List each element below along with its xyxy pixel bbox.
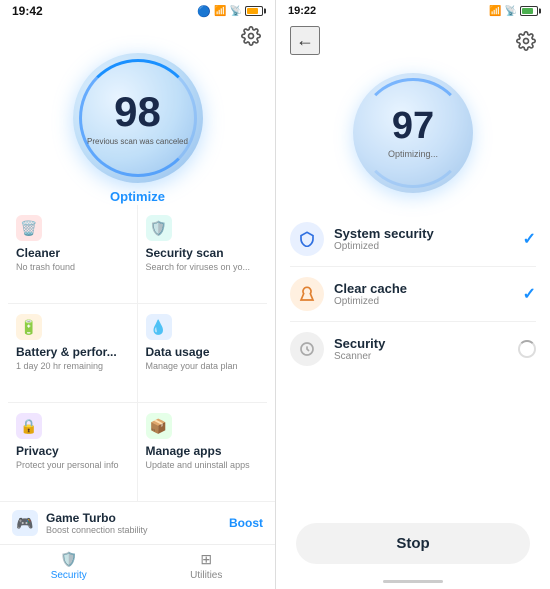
game-turbo-sub: Boost connection stability (46, 525, 229, 535)
clear-cache-icon (290, 277, 324, 311)
security-scanner-spinner (518, 340, 536, 358)
game-turbo-row[interactable]: 🎮 Game Turbo Boost connection stability … (0, 501, 275, 544)
feature-grid: 🗑️ Cleaner No trash found 🛡️ Security sc… (0, 205, 275, 501)
scan-item-clear-cache: Clear cache Optimized ✓ (290, 267, 536, 322)
battery-title: Battery & perfor... (16, 345, 129, 359)
optimizing-text: Optimizing... (388, 149, 438, 159)
stop-button[interactable]: Stop (296, 523, 530, 564)
nav-utilities-label: Utilities (190, 570, 222, 581)
nav-utilities-icon: ⊞ (200, 551, 212, 568)
optimize-button[interactable]: Optimize (110, 183, 165, 206)
scan-list: System security Optimized ✓ Clear cache … (276, 204, 550, 511)
grid-cell-manage-apps[interactable]: 📦 Manage apps Update and uninstall apps (138, 403, 268, 501)
scan-cancelled-text: Previous scan was canceled (87, 137, 188, 146)
data-usage-title: Data usage (146, 345, 260, 359)
right-status-bar: 19:22 📶 📡 (276, 0, 550, 22)
system-security-text: System security Optimized (334, 226, 523, 252)
settings-icon[interactable] (241, 26, 261, 46)
left-status-icons: 🔵 📶 📡 (197, 5, 263, 18)
privacy-title: Privacy (16, 444, 129, 458)
battery-cell-icon: 🔋 (16, 314, 42, 340)
bottom-nav: 🛡️ Security ⊞ Utilities (0, 544, 275, 589)
scan-item-system-security: System security Optimized ✓ (290, 212, 536, 267)
battery-sub: 1 day 20 hr remaining (16, 361, 129, 371)
security-scanner-sub: Scanner (334, 351, 518, 362)
right-score-orb: 97 Optimizing... (353, 73, 473, 193)
cleaner-sub: No trash found (16, 262, 129, 272)
security-scanner-title: Security (334, 336, 518, 351)
data-usage-icon: 💧 (146, 314, 172, 340)
right-header: ← (276, 22, 550, 59)
grid-cell-privacy[interactable]: 🔒 Privacy Protect your personal info (8, 403, 138, 501)
stop-area: Stop (276, 511, 550, 580)
wifi-icon: 📡 (230, 6, 242, 17)
privacy-icon: 🔒 (16, 413, 42, 439)
security-scanner-icon (290, 332, 324, 366)
home-indicator (276, 580, 550, 589)
nav-security-icon: 🛡️ (60, 551, 77, 568)
right-wifi-icon: 📡 (505, 6, 517, 17)
right-panel: 19:22 📶 📡 ← 97 Optimizing... System se (275, 0, 550, 589)
right-battery-icon (520, 6, 538, 16)
boost-button[interactable]: Boost (229, 516, 263, 530)
home-bar (383, 580, 443, 583)
left-status-bar: 19:42 🔵 📶 📡 (0, 0, 275, 22)
clear-cache-sub: Optimized (334, 296, 523, 307)
data-usage-sub: Manage your data plan (146, 361, 260, 371)
left-header (0, 22, 275, 50)
manage-apps-title: Manage apps (146, 444, 260, 458)
clear-cache-text: Clear cache Optimized (334, 281, 523, 307)
left-score-orb: 98 Previous scan was canceled (73, 53, 203, 183)
right-score: 97 (392, 107, 434, 145)
signal-icon: 📶 (214, 6, 226, 17)
cleaner-icon: 🗑️ (16, 215, 42, 241)
system-security-check: ✓ (523, 229, 536, 249)
security-scan-title: Security scan (146, 246, 260, 260)
privacy-sub: Protect your personal info (16, 460, 129, 470)
security-scanner-text: Security Scanner (334, 336, 518, 362)
left-time: 19:42 (12, 4, 43, 18)
right-signal-icon: 📶 (489, 6, 501, 17)
right-time: 19:22 (288, 5, 316, 17)
clear-cache-title: Clear cache (334, 281, 523, 296)
right-status-icons: 📶 📡 (489, 6, 538, 17)
battery-icon (245, 6, 263, 16)
manage-apps-icon: 📦 (146, 413, 172, 439)
security-scan-icon: 🛡️ (146, 215, 172, 241)
clear-cache-check: ✓ (523, 284, 536, 304)
left-panel: 19:42 🔵 📶 📡 98 Previous scan was cancele… (0, 0, 275, 589)
grid-cell-cleaner[interactable]: 🗑️ Cleaner No trash found (8, 205, 138, 304)
security-scan-sub: Search for viruses on yo... (146, 262, 260, 272)
game-turbo-title: Game Turbo (46, 511, 229, 525)
back-button[interactable]: ← (290, 26, 320, 55)
left-score: 98 (114, 91, 161, 133)
game-turbo-text: Game Turbo Boost connection stability (46, 511, 229, 535)
right-settings-icon[interactable] (516, 31, 536, 51)
manage-apps-sub: Update and uninstall apps (146, 460, 260, 470)
left-orb-area: 98 Previous scan was canceled Optimize (0, 50, 275, 205)
bluetooth-icon: 🔵 (197, 5, 211, 18)
grid-cell-security-scan[interactable]: 🛡️ Security scan Search for viruses on y… (138, 205, 268, 304)
game-turbo-icon: 🎮 (12, 510, 38, 536)
nav-security-label: Security (51, 570, 87, 581)
system-security-title: System security (334, 226, 523, 241)
grid-cell-battery[interactable]: 🔋 Battery & perfor... 1 day 20 hr remain… (8, 304, 138, 403)
system-security-sub: Optimized (334, 241, 523, 252)
grid-cell-data-usage[interactable]: 💧 Data usage Manage your data plan (138, 304, 268, 403)
nav-item-utilities[interactable]: ⊞ Utilities (138, 551, 276, 581)
cleaner-title: Cleaner (16, 246, 129, 260)
nav-item-security[interactable]: 🛡️ Security (0, 551, 138, 581)
scan-item-security-scanner: Security Scanner (290, 322, 536, 376)
system-security-icon (290, 222, 324, 256)
right-orb-area: 97 Optimizing... (276, 59, 550, 204)
